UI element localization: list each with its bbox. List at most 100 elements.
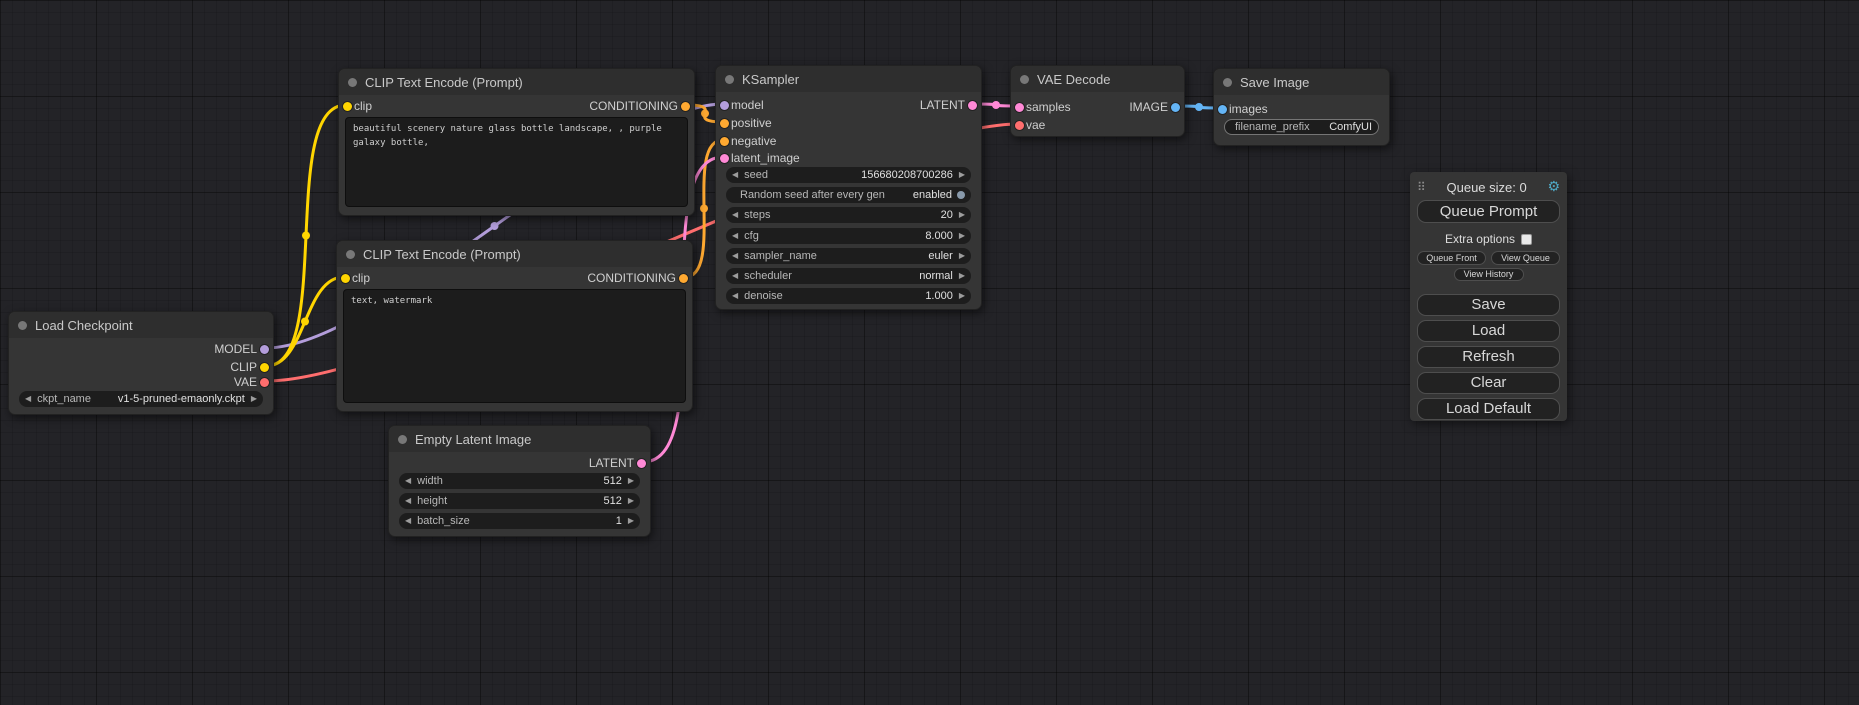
widget-steps[interactable]: ◀ steps 20 ▶ bbox=[726, 207, 971, 223]
output-dot-image[interactable] bbox=[1171, 103, 1180, 112]
collapse-dot-icon[interactable] bbox=[398, 435, 407, 444]
output-dot-latent[interactable] bbox=[968, 101, 977, 110]
input-dot-model[interactable] bbox=[720, 101, 729, 110]
widget-value: v1-5-pruned-emaonly.ckpt bbox=[118, 393, 245, 405]
widget-scheduler[interactable]: ◀ scheduler normal ▶ bbox=[726, 268, 971, 284]
input-label-clip: clip bbox=[354, 99, 372, 113]
decrement-arrow-icon[interactable]: ◀ bbox=[732, 288, 738, 304]
load-default-button[interactable]: Load Default bbox=[1417, 398, 1560, 420]
widget-denoise[interactable]: ◀ denoise 1.000 ▶ bbox=[726, 288, 971, 304]
widget-cfg[interactable]: ◀ cfg 8.000 ▶ bbox=[726, 228, 971, 244]
collapse-dot-icon[interactable] bbox=[346, 250, 355, 259]
decrement-arrow-icon[interactable]: ◀ bbox=[405, 493, 411, 509]
increment-arrow-icon[interactable]: ▶ bbox=[959, 207, 965, 223]
node-title-bar[interactable]: KSampler bbox=[716, 66, 981, 92]
increment-arrow-icon[interactable]: ▶ bbox=[959, 268, 965, 284]
input-dot-positive[interactable] bbox=[720, 119, 729, 128]
output-label-vae: VAE bbox=[234, 375, 257, 389]
settings-gear-icon[interactable]: ⚙ bbox=[1547, 179, 1560, 195]
extra-options-checkbox[interactable] bbox=[1521, 234, 1532, 245]
input-dot-vae[interactable] bbox=[1015, 121, 1024, 130]
node-save-image[interactable]: Save Image images filename_prefix ComfyU… bbox=[1213, 68, 1390, 146]
output-dot-model[interactable] bbox=[260, 345, 269, 354]
view-queue-button[interactable]: View Queue bbox=[1491, 251, 1560, 265]
widget-seed[interactable]: ◀ seed 156680208700286 ▶ bbox=[726, 167, 971, 183]
widget-height[interactable]: ◀ height 512 ▶ bbox=[399, 493, 640, 509]
widget-width[interactable]: ◀ width 512 ▶ bbox=[399, 473, 640, 489]
increment-arrow-icon[interactable]: ▶ bbox=[959, 288, 965, 304]
increment-arrow-icon[interactable]: ▶ bbox=[959, 248, 965, 264]
output-label-conditioning: CONDITIONING bbox=[589, 99, 678, 113]
node-title-bar[interactable]: Save Image bbox=[1214, 69, 1389, 95]
clear-button[interactable]: Clear bbox=[1417, 372, 1560, 394]
output-dot-conditioning[interactable] bbox=[681, 102, 690, 111]
node-title-bar[interactable]: CLIP Text Encode (Prompt) bbox=[339, 69, 694, 95]
queue-prompt-button[interactable]: Queue Prompt bbox=[1417, 200, 1560, 223]
node-title: CLIP Text Encode (Prompt) bbox=[363, 247, 521, 262]
node-ksampler[interactable]: KSampler model positive negative latent_… bbox=[715, 65, 982, 310]
refresh-button[interactable]: Refresh bbox=[1417, 346, 1560, 368]
collapse-dot-icon[interactable] bbox=[1020, 75, 1029, 84]
increment-arrow-icon[interactable]: ▶ bbox=[628, 473, 634, 489]
output-dot-conditioning[interactable] bbox=[679, 274, 688, 283]
collapse-dot-icon[interactable] bbox=[18, 321, 27, 330]
node-clip-text-encode-negative[interactable]: CLIP Text Encode (Prompt) clip CONDITION… bbox=[336, 240, 693, 412]
output-dot-vae[interactable] bbox=[260, 378, 269, 387]
node-title-bar[interactable]: VAE Decode bbox=[1011, 66, 1184, 92]
increment-arrow-icon[interactable]: ▶ bbox=[628, 513, 634, 529]
input-dot-clip[interactable] bbox=[343, 102, 352, 111]
node-vae-decode[interactable]: VAE Decode samples vae IMAGE bbox=[1010, 65, 1185, 137]
prompt-textarea[interactable]: text, watermark bbox=[343, 289, 686, 403]
widget-random-seed-toggle[interactable]: Random seed after every gen enabled bbox=[726, 187, 971, 203]
widget-value: 8.000 bbox=[925, 230, 953, 242]
input-dot-samples[interactable] bbox=[1015, 103, 1024, 112]
node-title-bar[interactable]: Empty Latent Image bbox=[389, 426, 650, 452]
decrement-arrow-icon[interactable]: ◀ bbox=[405, 473, 411, 489]
node-graph-canvas[interactable]: Load Checkpoint MODEL CLIP VAE ◀ ckpt_na… bbox=[0, 0, 1859, 705]
widget-name: cfg bbox=[744, 230, 759, 242]
decrement-arrow-icon[interactable]: ◀ bbox=[732, 207, 738, 223]
node-empty-latent-image[interactable]: Empty Latent Image LATENT ◀ width 512 ▶ … bbox=[388, 425, 651, 537]
output-dot-latent[interactable] bbox=[637, 459, 646, 468]
widget-filename-prefix[interactable]: filename_prefix ComfyUI bbox=[1224, 119, 1379, 135]
increment-arrow-icon[interactable]: ▶ bbox=[959, 167, 965, 183]
view-history-button[interactable]: View History bbox=[1454, 268, 1524, 281]
toggle-on-icon[interactable] bbox=[957, 191, 965, 199]
collapse-dot-icon[interactable] bbox=[348, 78, 357, 87]
output-dot-clip[interactable] bbox=[260, 363, 269, 372]
collapse-dot-icon[interactable] bbox=[725, 75, 734, 84]
increment-arrow-icon[interactable]: ▶ bbox=[628, 493, 634, 509]
node-title-bar[interactable]: CLIP Text Encode (Prompt) bbox=[337, 241, 692, 267]
decrement-arrow-icon[interactable]: ◀ bbox=[732, 228, 738, 244]
widget-batch-size[interactable]: ◀ batch_size 1 ▶ bbox=[399, 513, 640, 529]
collapse-dot-icon[interactable] bbox=[1223, 78, 1232, 87]
widget-ckpt-name[interactable]: ◀ ckpt_name v1-5-pruned-emaonly.ckpt ▶ bbox=[19, 391, 263, 407]
node-title-bar[interactable]: Load Checkpoint bbox=[9, 312, 273, 338]
widget-name: scheduler bbox=[744, 270, 792, 282]
decrement-arrow-icon[interactable]: ◀ bbox=[405, 513, 411, 529]
increment-arrow-icon[interactable]: ▶ bbox=[251, 391, 257, 407]
input-dot-latent-image[interactable] bbox=[720, 154, 729, 163]
node-clip-text-encode-positive[interactable]: CLIP Text Encode (Prompt) clip CONDITION… bbox=[338, 68, 695, 216]
widget-value: normal bbox=[919, 270, 953, 282]
decrement-arrow-icon[interactable]: ◀ bbox=[732, 167, 738, 183]
output-label-latent: LATENT bbox=[589, 456, 634, 470]
menu-header: ⠿ Queue size: 0 ⚙ bbox=[1417, 178, 1560, 196]
drag-handle-icon[interactable]: ⠿ bbox=[1417, 180, 1426, 194]
node-title: VAE Decode bbox=[1037, 72, 1110, 87]
input-dot-negative[interactable] bbox=[720, 137, 729, 146]
decrement-arrow-icon[interactable]: ◀ bbox=[732, 248, 738, 264]
node-load-checkpoint[interactable]: Load Checkpoint MODEL CLIP VAE ◀ ckpt_na… bbox=[8, 311, 274, 415]
decrement-arrow-icon[interactable]: ◀ bbox=[732, 268, 738, 284]
load-button[interactable]: Load bbox=[1417, 320, 1560, 342]
prompt-textarea[interactable]: beautiful scenery nature glass bottle la… bbox=[345, 117, 688, 207]
increment-arrow-icon[interactable]: ▶ bbox=[959, 228, 965, 244]
queue-front-button[interactable]: Queue Front bbox=[1417, 251, 1486, 265]
widget-sampler-name[interactable]: ◀ sampler_name euler ▶ bbox=[726, 248, 971, 264]
input-dot-images[interactable] bbox=[1218, 105, 1227, 114]
decrement-arrow-icon[interactable]: ◀ bbox=[25, 391, 31, 407]
input-dot-clip[interactable] bbox=[341, 274, 350, 283]
save-button[interactable]: Save bbox=[1417, 294, 1560, 316]
widget-value: 512 bbox=[603, 495, 621, 507]
widget-value: 20 bbox=[941, 209, 953, 221]
